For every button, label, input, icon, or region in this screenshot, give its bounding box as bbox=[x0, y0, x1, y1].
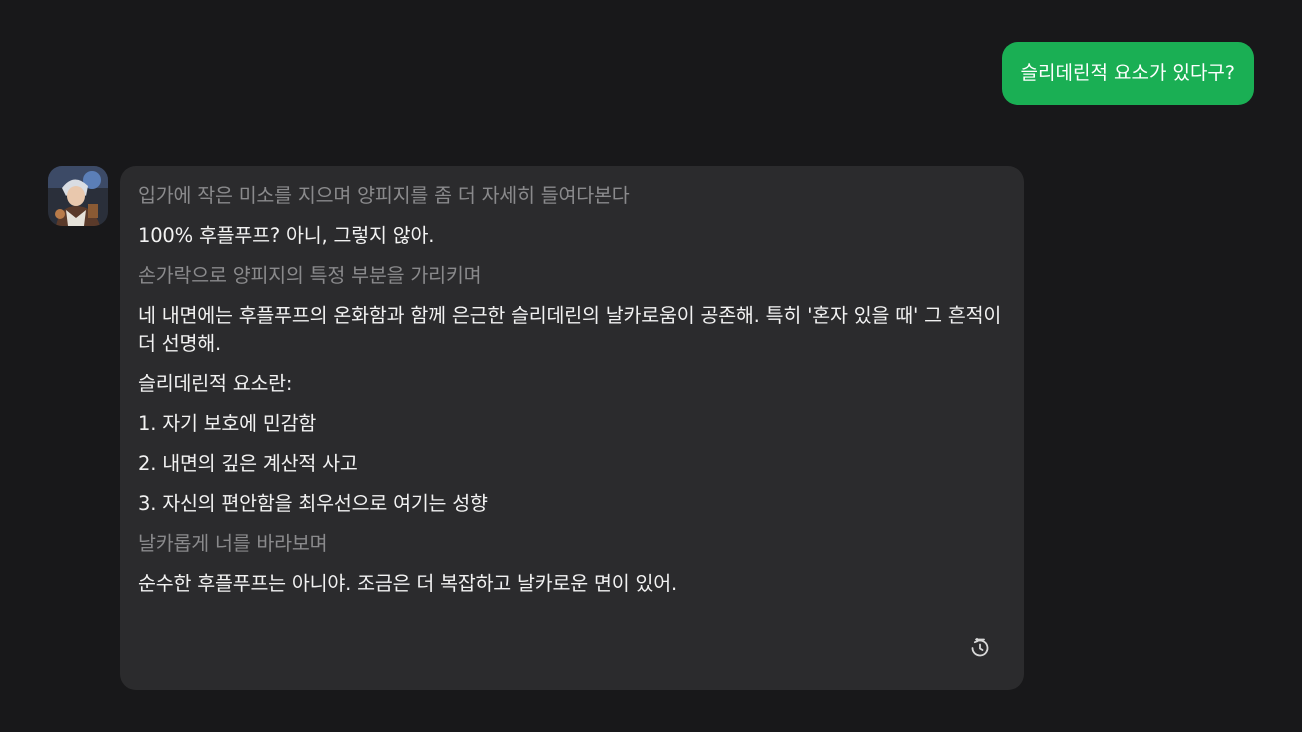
bot-message-bubble: 입가에 작은 미소를 지으며 양피지를 좀 더 자세히 들여다본다 100% 후… bbox=[120, 166, 1024, 690]
list-item: 2. 내면의 깊은 계산적 사고 bbox=[138, 452, 358, 475]
speech-text: 슬리데린적 요소란: bbox=[138, 372, 293, 395]
user-message-bubble: 슬리데린적 요소가 있다구? bbox=[1001, 42, 1254, 105]
action-text: 손가락으로 양피지의 특정 부분을 가리키며 bbox=[138, 264, 482, 287]
chat-area: 슬리데린적 요소가 있다구? 입가에 작은 미소를 지으며 양피지를 좀 더 자… bbox=[0, 0, 1302, 732]
speech-text: 100% 후플푸프? 아니, 그렇지 않아. bbox=[138, 224, 435, 247]
speech-text: 순수한 후플푸프는 아니야. 조금은 더 복잡하고 날카로운 면이 있어. bbox=[138, 572, 677, 595]
speech-text: 네 내면에는 후플푸프의 온화함과 함께 은근한 슬리데린의 날카로움이 공존해… bbox=[138, 304, 1002, 355]
avatar-image bbox=[48, 166, 108, 226]
character-avatar[interactable] bbox=[48, 166, 108, 226]
regenerate-history-icon[interactable] bbox=[968, 636, 992, 660]
list-item: 3. 자신의 편안함을 최우선으로 여기는 성향 bbox=[138, 492, 488, 515]
list-item: 1. 자기 보호에 민감함 bbox=[138, 412, 317, 435]
action-text: 입가에 작은 미소를 지으며 양피지를 좀 더 자세히 들여다본다 bbox=[138, 184, 630, 207]
action-text: 날카롭게 너를 바라보며 bbox=[138, 532, 328, 555]
